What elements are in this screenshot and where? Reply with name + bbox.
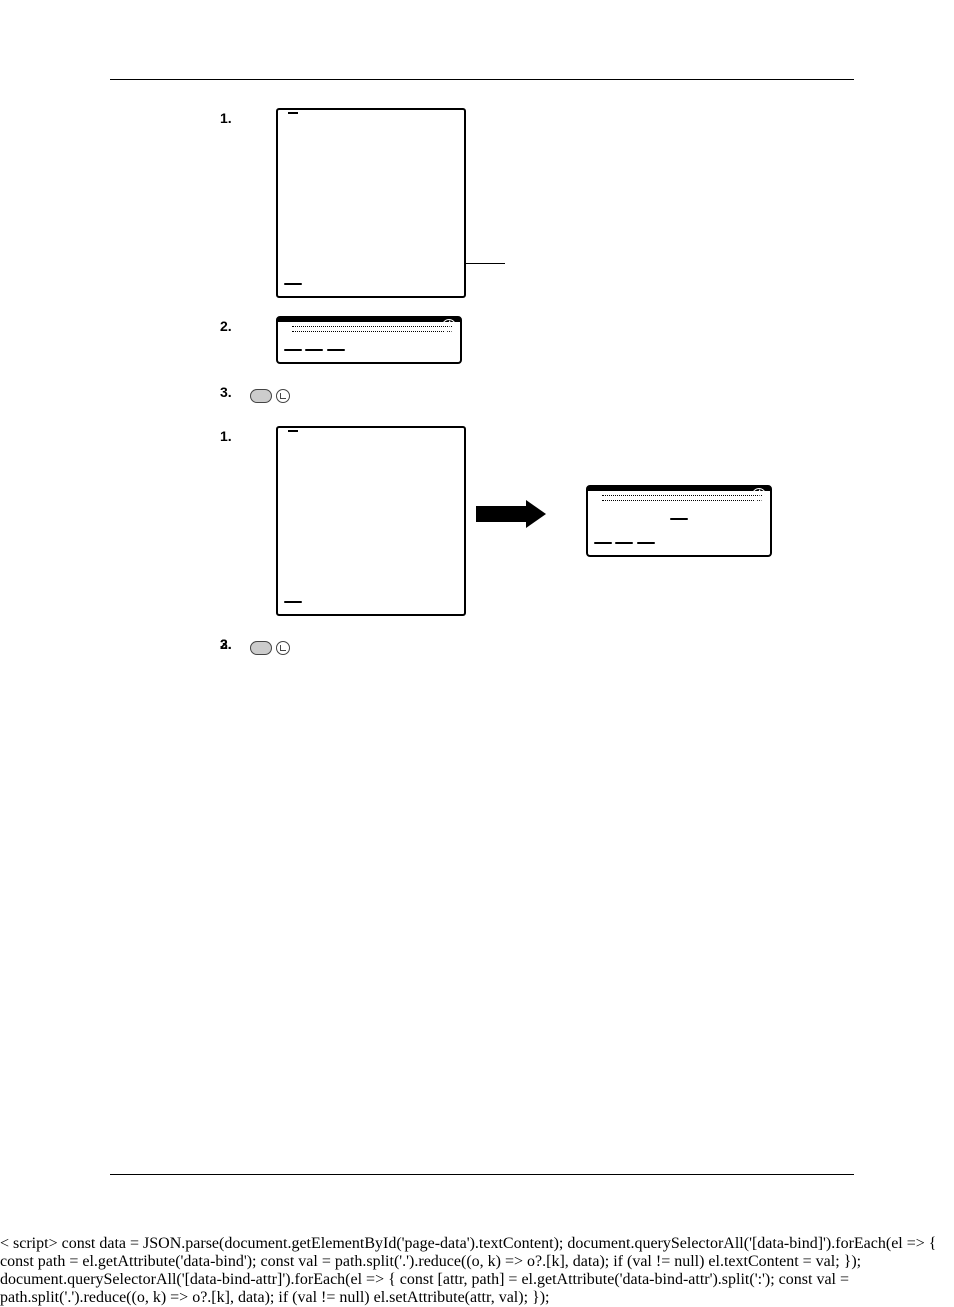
add-number-dialog: i bbox=[276, 316, 462, 364]
new-button[interactable] bbox=[284, 283, 302, 285]
cancel-button[interactable] bbox=[615, 542, 633, 544]
figure-add-number: i bbox=[276, 316, 854, 364]
contact-list bbox=[278, 434, 464, 438]
running-head bbox=[110, 58, 854, 73]
item-count bbox=[288, 112, 298, 114]
footer-rule bbox=[110, 1174, 854, 1175]
function-key-icon bbox=[250, 389, 272, 403]
number-field[interactable] bbox=[602, 500, 762, 501]
sim-manager-screen bbox=[276, 108, 466, 298]
step-3b bbox=[220, 634, 854, 660]
step-2: i bbox=[220, 316, 854, 364]
step-3 bbox=[220, 382, 854, 408]
copy-to-address-book-button[interactable] bbox=[670, 518, 688, 520]
enter-key-icon bbox=[276, 389, 290, 403]
callout-leader bbox=[465, 263, 505, 264]
function-key-icon bbox=[250, 641, 272, 655]
info-icon[interactable]: i bbox=[442, 319, 456, 333]
edit-number-dialog: i bbox=[586, 485, 772, 557]
ok-button[interactable] bbox=[594, 542, 612, 544]
step-1 bbox=[220, 108, 854, 298]
contact-list bbox=[278, 116, 464, 120]
lookup-button[interactable] bbox=[327, 349, 345, 351]
number-field[interactable] bbox=[292, 331, 452, 332]
cancel-button[interactable] bbox=[305, 349, 323, 351]
sim-manager-screen-2 bbox=[276, 426, 466, 616]
enter-key-icon bbox=[276, 641, 290, 655]
info-icon[interactable]: i bbox=[752, 488, 766, 502]
item-count bbox=[288, 430, 298, 432]
arrow-icon bbox=[476, 502, 546, 526]
header-rule bbox=[110, 79, 854, 80]
step-1b: i bbox=[220, 426, 854, 616]
name-field[interactable] bbox=[602, 495, 762, 496]
name-field[interactable] bbox=[292, 326, 452, 327]
new-button[interactable] bbox=[284, 601, 302, 603]
delete-button[interactable] bbox=[637, 542, 655, 544]
page-footer bbox=[110, 1174, 854, 1179]
figure-sim-list bbox=[276, 108, 854, 298]
figure-edit-flow: i bbox=[276, 426, 854, 616]
ok-button[interactable] bbox=[284, 349, 302, 351]
